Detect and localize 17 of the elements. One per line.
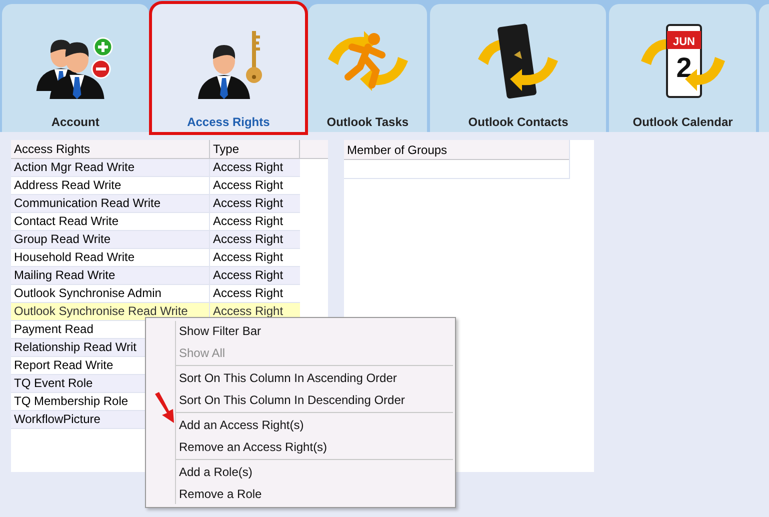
table-cell-text: Access Right [212, 267, 284, 284]
table-cell-text: Access Right [212, 213, 284, 230]
table-cell-text: Access Right [212, 177, 284, 194]
table-cell-text: Access Right [212, 195, 284, 212]
table-cell-text: Access Right [212, 231, 284, 248]
table-cell-text: Access Right [212, 285, 284, 302]
table-cell: Household Read Write [11, 249, 210, 266]
table-cell: Address Read Write [11, 177, 210, 194]
table-cell: Group Read Write [11, 231, 210, 248]
table-cell: Mailing Read Write [11, 267, 210, 284]
table-cell-text: Access Right [212, 249, 284, 266]
table-cell: Communication Read Write [11, 195, 210, 212]
table-cell-text: Access Right [212, 159, 284, 176]
table-cell: Outlook Synchronise Admin [11, 285, 210, 302]
table-cell: Action Mgr Read Write [11, 159, 210, 176]
table-cell: Contact Read Write [11, 213, 210, 230]
table-cell-text: Access Right [212, 303, 284, 320]
